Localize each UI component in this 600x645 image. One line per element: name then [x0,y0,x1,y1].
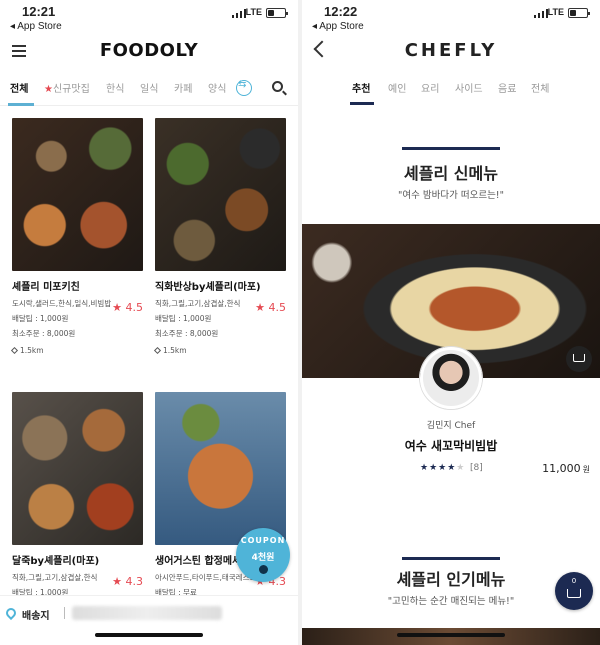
section-divider [402,557,500,560]
tab-dishes[interactable]: 요리 [421,80,439,95]
search-icon[interactable] [272,81,283,92]
foodoly-screen: 12:21 ◂ App Store LTE FOODOLY 전체 ★신규맛집 한… [0,0,298,645]
arrow-right-icon [259,565,268,574]
restaurant-card[interactable]: 셰플리 미포키친 도시락,샐러드,한식,일식,비빔밥 ★ 4.5 배달팁 : 1… [10,118,143,355]
location-pin-icon [3,605,19,621]
tab-japanese[interactable]: 일식 [140,80,158,95]
coupon-amount: 4천원 [251,553,275,563]
price-value: 11,000 [542,462,581,475]
rating-stars: ★★★★★ [420,463,465,473]
delivery-fee: 배달팁 : 1,000원 [12,314,69,323]
category-tabs: 전체 ★신규맛집 한식 일식 카페 양식 [0,70,298,106]
restaurant-card[interactable]: 달죽by셰플리(마포) 직화,그릴,고기,삼겹살,한식 ★ 4.3 배달팁 : … [12,392,143,598]
back-to-app-store-link[interactable]: ◂ App Store [312,21,364,32]
restaurant-rating: ★ 4.5 [112,301,143,314]
signal-icon [534,9,548,18]
section-divider [402,147,500,150]
battery-icon [568,8,590,18]
network-type: LTE [547,7,564,17]
tab-new-restaurants[interactable]: ★신규맛집 [44,80,90,95]
restaurant-photo [12,392,143,545]
tab-all[interactable]: 전체 [531,80,549,95]
distance-value: 1.5km [20,346,44,355]
tab-korean[interactable]: 한식 [106,80,124,95]
back-to-app-store-link[interactable]: ◂ App Store [10,21,62,32]
tab-western[interactable]: 양식 [208,80,226,95]
restaurant-card[interactable]: 직화반상by셰플리(마포) 직화,그릴,고기,삼겹살,한식 ★ 4.5 배달팁 … [153,118,286,355]
distance-icon [10,346,19,355]
home-indicator[interactable] [95,633,203,637]
active-tab-indicator [8,103,34,106]
divider [64,607,65,619]
status-bar: 12:22 ◂ App Store LTE [302,0,600,34]
status-time: 12:22 [324,4,358,19]
network-type: LTE [245,7,262,17]
tab-yein[interactable]: 예인 [388,80,406,95]
coupon-label: COUPON [240,536,286,545]
restaurant-rating: ★ 4.3 [112,575,143,588]
tab-sides[interactable]: 사이드 [455,80,483,95]
add-to-cart-icon[interactable] [566,346,592,372]
restaurant-name: 직화반상by셰플리(마포) [155,282,261,293]
app-logo[interactable]: CHEFLY [302,40,600,61]
distance-value: 1.5km [163,346,187,355]
restaurant-photo [155,118,286,271]
star-icon: ★ [44,84,53,95]
delivery-fee: 배달팁 : 1,000원 [155,314,212,323]
app-logo[interactable]: FOODOLY [0,40,298,61]
chef-name: 김민지 Chef [426,421,476,431]
new-menu-subtitle: "여수 밤바다가 떠오르는!" [398,190,504,201]
restaurant-name: 달죽by셰플리(마포) [12,556,100,567]
signal-icon [232,9,246,18]
swap-icon[interactable] [236,79,252,96]
cart-button[interactable]: 0 [555,572,593,610]
restaurant-name: 셰플리 미포키친 [12,282,80,293]
currency: 원 [582,465,590,474]
new-menu-title: 셰플리 신메뉴 [404,164,498,183]
review-count: [8] [470,463,483,473]
cart-icon [567,589,581,598]
minimum-order: 최소주문 : 8,000원 [12,329,76,338]
tab-all[interactable]: 전체 [10,80,28,95]
tab-cafe[interactable]: 카페 [174,80,192,95]
tab-drinks[interactable]: 음료 [498,80,516,95]
chef-avatar [420,347,482,409]
star-icon: ★★★★ [420,463,457,473]
distance-icon [153,346,162,355]
app-header: FOODOLY [0,34,298,70]
status-time: 12:21 [22,4,56,19]
distance: 1.5km [10,346,143,355]
minimum-order: 최소주문 : 8,000원 [155,329,219,338]
cart-count: 0 [571,577,577,585]
featured-menu-name[interactable]: 여수 새꼬막비빔밥 [302,437,600,454]
blurred-address [72,606,222,620]
distance: 1.5km [153,346,286,355]
app-header: CHEFLY [302,34,600,70]
tab-recommended[interactable]: 추천 [352,80,370,95]
star-empty-icon: ★ [456,463,466,473]
active-tab-indicator [350,102,374,105]
tab-label: 신규맛집 [52,84,90,95]
delivery-address-bar[interactable]: 배송지 [0,595,298,645]
chefly-screen: 12:22 ◂ App Store LTE CHEFLY 추천 예인 요리 사이… [302,0,600,645]
menu-tabs: 추천 예인 요리 사이드 음료 전체 [302,70,600,106]
restaurant-photo [155,392,286,545]
restaurant-rating: ★ 4.5 [255,301,286,314]
delivery-label: 배송지 [22,611,50,622]
menu-price: 11,000 원 [542,462,590,475]
status-bar: 12:21 ◂ App Store LTE [0,0,298,34]
battery-icon [266,8,288,18]
coupon-button[interactable]: COUPON 4천원 [236,528,290,582]
home-indicator[interactable] [397,633,505,637]
restaurant-photo [12,118,143,271]
